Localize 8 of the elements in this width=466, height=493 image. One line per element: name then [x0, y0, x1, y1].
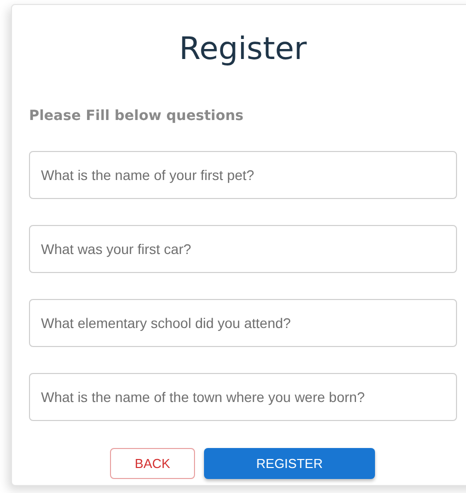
register-button[interactable]: REGISTER: [204, 448, 375, 479]
form-subtitle: Please Fill below questions: [29, 107, 245, 126]
input-field[interactable]: What is the name of the town where you were born?: [29, 373, 457, 421]
page-title: Register: [178, 30, 308, 69]
back-button[interactable]: BACK: [110, 448, 195, 479]
input-field[interactable]: What was your first car?: [29, 225, 457, 273]
input-field[interactable]: What is the name of your first pet?: [29, 151, 457, 199]
input-field[interactable]: What elementary school did you attend?: [29, 299, 457, 347]
